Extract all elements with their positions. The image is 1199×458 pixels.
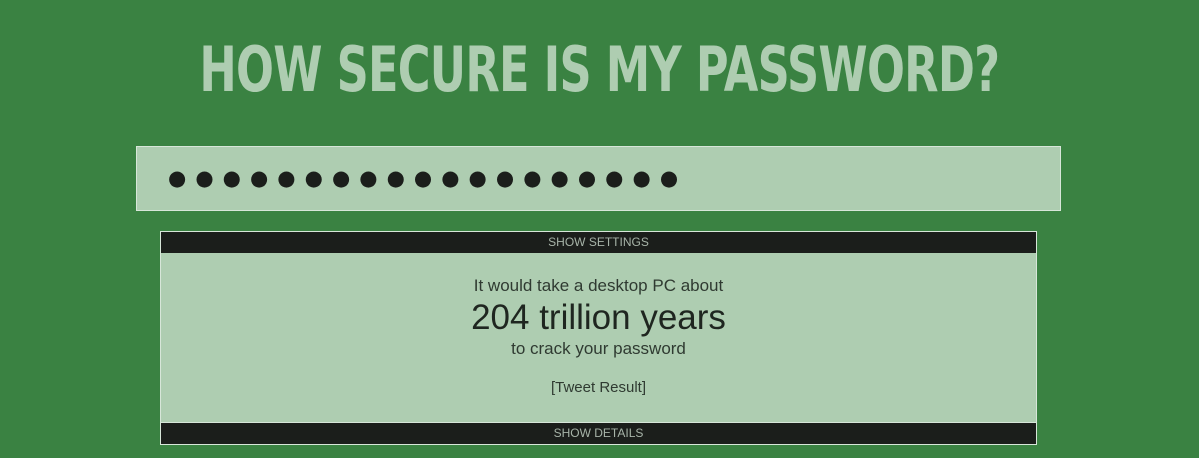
results-panel: SHOW SETTINGS It would take a desktop PC…: [160, 231, 1037, 445]
show-details-button[interactable]: SHOW DETAILS: [161, 422, 1036, 444]
result-prefix: It would take a desktop PC about: [473, 276, 724, 295]
page-title: HOW SECURE IS MY PASSWORD?: [199, 33, 1000, 106]
password-input[interactable]: ●●●●●●●●●●●●●●●●●●●: [136, 146, 1061, 211]
crack-time: 204 trillion years: [471, 298, 726, 337]
tweet-result-link[interactable]: [Tweet Result]: [161, 379, 1036, 397]
password-masked-value: ●●●●●●●●●●●●●●●●●●●: [168, 166, 688, 190]
result-area: It would take a desktop PC about 204 tri…: [161, 254, 1036, 397]
show-settings-button[interactable]: SHOW SETTINGS: [161, 232, 1036, 253]
result-suffix: to crack your password: [511, 339, 686, 358]
